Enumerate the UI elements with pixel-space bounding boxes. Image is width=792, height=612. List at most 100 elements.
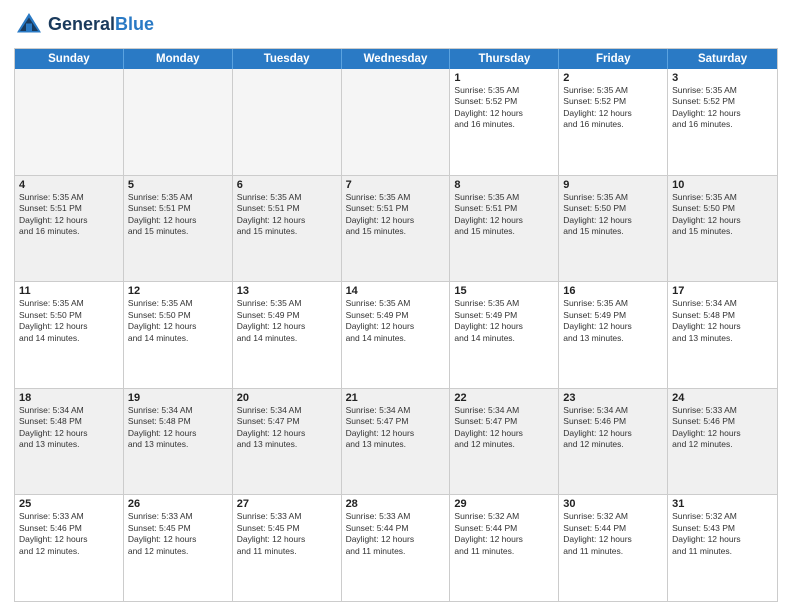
day-number: 2 bbox=[563, 72, 663, 84]
calendar-cell: 7Sunrise: 5:35 AM Sunset: 5:51 PM Daylig… bbox=[342, 176, 451, 282]
day-info: Sunrise: 5:35 AM Sunset: 5:52 PM Dayligh… bbox=[672, 85, 773, 131]
calendar-cell: 20Sunrise: 5:34 AM Sunset: 5:47 PM Dayli… bbox=[233, 389, 342, 495]
day-info: Sunrise: 5:35 AM Sunset: 5:49 PM Dayligh… bbox=[237, 298, 337, 344]
calendar-cell: 18Sunrise: 5:34 AM Sunset: 5:48 PM Dayli… bbox=[15, 389, 124, 495]
day-number: 8 bbox=[454, 179, 554, 191]
calendar-cell: 17Sunrise: 5:34 AM Sunset: 5:48 PM Dayli… bbox=[668, 282, 777, 388]
calendar-row-2: 11Sunrise: 5:35 AM Sunset: 5:50 PM Dayli… bbox=[15, 281, 777, 388]
calendar-cell: 23Sunrise: 5:34 AM Sunset: 5:46 PM Dayli… bbox=[559, 389, 668, 495]
calendar-cell bbox=[15, 69, 124, 175]
day-info: Sunrise: 5:35 AM Sunset: 5:49 PM Dayligh… bbox=[346, 298, 446, 344]
day-number: 20 bbox=[237, 392, 337, 404]
header-day-tuesday: Tuesday bbox=[233, 49, 342, 69]
logo: GeneralBlue bbox=[14, 10, 154, 40]
day-info: Sunrise: 5:35 AM Sunset: 5:49 PM Dayligh… bbox=[454, 298, 554, 344]
day-info: Sunrise: 5:34 AM Sunset: 5:46 PM Dayligh… bbox=[563, 405, 663, 451]
day-info: Sunrise: 5:33 AM Sunset: 5:45 PM Dayligh… bbox=[128, 511, 228, 557]
day-info: Sunrise: 5:35 AM Sunset: 5:52 PM Dayligh… bbox=[454, 85, 554, 131]
calendar-cell bbox=[124, 69, 233, 175]
day-info: Sunrise: 5:33 AM Sunset: 5:44 PM Dayligh… bbox=[346, 511, 446, 557]
day-number: 30 bbox=[563, 498, 663, 510]
calendar-cell: 6Sunrise: 5:35 AM Sunset: 5:51 PM Daylig… bbox=[233, 176, 342, 282]
day-number: 21 bbox=[346, 392, 446, 404]
calendar-cell: 14Sunrise: 5:35 AM Sunset: 5:49 PM Dayli… bbox=[342, 282, 451, 388]
day-info: Sunrise: 5:34 AM Sunset: 5:47 PM Dayligh… bbox=[237, 405, 337, 451]
calendar-row-3: 18Sunrise: 5:34 AM Sunset: 5:48 PM Dayli… bbox=[15, 388, 777, 495]
calendar-cell: 5Sunrise: 5:35 AM Sunset: 5:51 PM Daylig… bbox=[124, 176, 233, 282]
day-number: 16 bbox=[563, 285, 663, 297]
day-number: 17 bbox=[672, 285, 773, 297]
calendar-cell: 1Sunrise: 5:35 AM Sunset: 5:52 PM Daylig… bbox=[450, 69, 559, 175]
logo-icon bbox=[14, 10, 44, 40]
day-number: 24 bbox=[672, 392, 773, 404]
day-info: Sunrise: 5:35 AM Sunset: 5:51 PM Dayligh… bbox=[128, 192, 228, 238]
day-info: Sunrise: 5:32 AM Sunset: 5:44 PM Dayligh… bbox=[454, 511, 554, 557]
calendar-cell: 25Sunrise: 5:33 AM Sunset: 5:46 PM Dayli… bbox=[15, 495, 124, 601]
day-info: Sunrise: 5:35 AM Sunset: 5:51 PM Dayligh… bbox=[454, 192, 554, 238]
calendar-row-4: 25Sunrise: 5:33 AM Sunset: 5:46 PM Dayli… bbox=[15, 494, 777, 601]
header-day-wednesday: Wednesday bbox=[342, 49, 451, 69]
header-day-friday: Friday bbox=[559, 49, 668, 69]
day-number: 15 bbox=[454, 285, 554, 297]
calendar-row-1: 4Sunrise: 5:35 AM Sunset: 5:51 PM Daylig… bbox=[15, 175, 777, 282]
header-day-monday: Monday bbox=[124, 49, 233, 69]
calendar-cell: 9Sunrise: 5:35 AM Sunset: 5:50 PM Daylig… bbox=[559, 176, 668, 282]
day-info: Sunrise: 5:34 AM Sunset: 5:48 PM Dayligh… bbox=[19, 405, 119, 451]
day-number: 22 bbox=[454, 392, 554, 404]
day-info: Sunrise: 5:34 AM Sunset: 5:47 PM Dayligh… bbox=[454, 405, 554, 451]
calendar-cell: 24Sunrise: 5:33 AM Sunset: 5:46 PM Dayli… bbox=[668, 389, 777, 495]
day-info: Sunrise: 5:33 AM Sunset: 5:46 PM Dayligh… bbox=[19, 511, 119, 557]
logo-text: GeneralBlue bbox=[48, 15, 154, 35]
calendar-row-0: 1Sunrise: 5:35 AM Sunset: 5:52 PM Daylig… bbox=[15, 69, 777, 175]
day-number: 19 bbox=[128, 392, 228, 404]
calendar-body: 1Sunrise: 5:35 AM Sunset: 5:52 PM Daylig… bbox=[15, 69, 777, 601]
page: GeneralBlue SundayMondayTuesdayWednesday… bbox=[0, 0, 792, 612]
calendar: SundayMondayTuesdayWednesdayThursdayFrid… bbox=[14, 48, 778, 602]
calendar-cell: 31Sunrise: 5:32 AM Sunset: 5:43 PM Dayli… bbox=[668, 495, 777, 601]
calendar-cell: 3Sunrise: 5:35 AM Sunset: 5:52 PM Daylig… bbox=[668, 69, 777, 175]
day-number: 14 bbox=[346, 285, 446, 297]
day-info: Sunrise: 5:33 AM Sunset: 5:45 PM Dayligh… bbox=[237, 511, 337, 557]
day-info: Sunrise: 5:35 AM Sunset: 5:50 PM Dayligh… bbox=[563, 192, 663, 238]
day-info: Sunrise: 5:35 AM Sunset: 5:50 PM Dayligh… bbox=[19, 298, 119, 344]
day-number: 29 bbox=[454, 498, 554, 510]
day-info: Sunrise: 5:35 AM Sunset: 5:52 PM Dayligh… bbox=[563, 85, 663, 131]
day-number: 26 bbox=[128, 498, 228, 510]
day-info: Sunrise: 5:35 AM Sunset: 5:51 PM Dayligh… bbox=[346, 192, 446, 238]
calendar-header: SundayMondayTuesdayWednesdayThursdayFrid… bbox=[15, 49, 777, 69]
day-number: 27 bbox=[237, 498, 337, 510]
day-number: 12 bbox=[128, 285, 228, 297]
calendar-cell: 28Sunrise: 5:33 AM Sunset: 5:44 PM Dayli… bbox=[342, 495, 451, 601]
logo-line1: GeneralBlue bbox=[48, 15, 154, 35]
day-number: 3 bbox=[672, 72, 773, 84]
header-day-saturday: Saturday bbox=[668, 49, 777, 69]
day-number: 28 bbox=[346, 498, 446, 510]
calendar-cell: 4Sunrise: 5:35 AM Sunset: 5:51 PM Daylig… bbox=[15, 176, 124, 282]
calendar-cell: 21Sunrise: 5:34 AM Sunset: 5:47 PM Dayli… bbox=[342, 389, 451, 495]
header-day-sunday: Sunday bbox=[15, 49, 124, 69]
calendar-cell: 13Sunrise: 5:35 AM Sunset: 5:49 PM Dayli… bbox=[233, 282, 342, 388]
day-number: 6 bbox=[237, 179, 337, 191]
day-info: Sunrise: 5:35 AM Sunset: 5:51 PM Dayligh… bbox=[237, 192, 337, 238]
day-info: Sunrise: 5:32 AM Sunset: 5:44 PM Dayligh… bbox=[563, 511, 663, 557]
calendar-cell: 11Sunrise: 5:35 AM Sunset: 5:50 PM Dayli… bbox=[15, 282, 124, 388]
calendar-cell: 15Sunrise: 5:35 AM Sunset: 5:49 PM Dayli… bbox=[450, 282, 559, 388]
day-info: Sunrise: 5:35 AM Sunset: 5:51 PM Dayligh… bbox=[19, 192, 119, 238]
calendar-cell: 12Sunrise: 5:35 AM Sunset: 5:50 PM Dayli… bbox=[124, 282, 233, 388]
calendar-cell: 30Sunrise: 5:32 AM Sunset: 5:44 PM Dayli… bbox=[559, 495, 668, 601]
day-info: Sunrise: 5:34 AM Sunset: 5:48 PM Dayligh… bbox=[128, 405, 228, 451]
day-number: 31 bbox=[672, 498, 773, 510]
day-number: 13 bbox=[237, 285, 337, 297]
day-number: 11 bbox=[19, 285, 119, 297]
day-number: 7 bbox=[346, 179, 446, 191]
calendar-cell: 10Sunrise: 5:35 AM Sunset: 5:50 PM Dayli… bbox=[668, 176, 777, 282]
calendar-cell: 22Sunrise: 5:34 AM Sunset: 5:47 PM Dayli… bbox=[450, 389, 559, 495]
header-day-thursday: Thursday bbox=[450, 49, 559, 69]
day-number: 9 bbox=[563, 179, 663, 191]
calendar-cell: 19Sunrise: 5:34 AM Sunset: 5:48 PM Dayli… bbox=[124, 389, 233, 495]
day-number: 23 bbox=[563, 392, 663, 404]
calendar-cell: 29Sunrise: 5:32 AM Sunset: 5:44 PM Dayli… bbox=[450, 495, 559, 601]
calendar-cell: 16Sunrise: 5:35 AM Sunset: 5:49 PM Dayli… bbox=[559, 282, 668, 388]
day-number: 4 bbox=[19, 179, 119, 191]
day-info: Sunrise: 5:35 AM Sunset: 5:49 PM Dayligh… bbox=[563, 298, 663, 344]
